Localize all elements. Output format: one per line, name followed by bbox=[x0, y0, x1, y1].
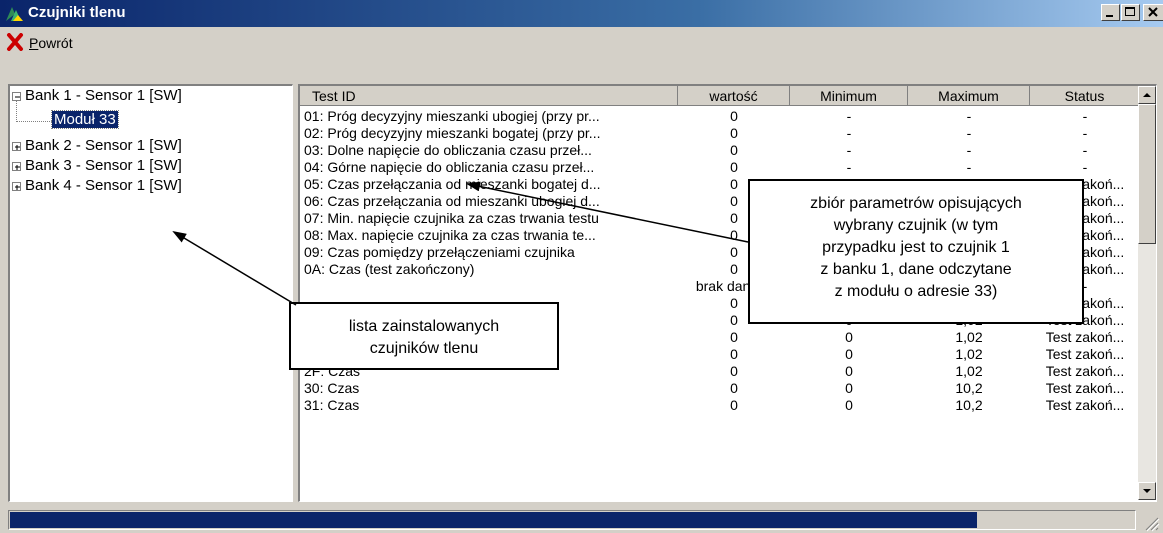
arrow-to-tree bbox=[172, 230, 297, 306]
annotation-arrows bbox=[172, 181, 749, 306]
arrow-to-params bbox=[466, 181, 749, 243]
